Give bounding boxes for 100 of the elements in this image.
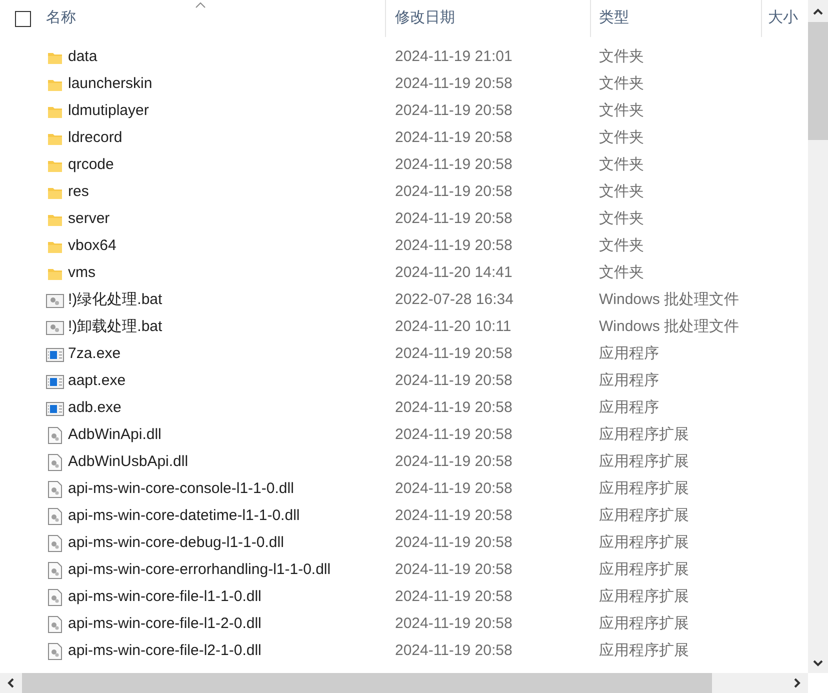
gear-file-icon [48, 535, 62, 552]
gear-file-icon [48, 616, 62, 633]
application-icon [46, 348, 64, 362]
file-name: adb.exe [68, 398, 122, 418]
file-row[interactable]: api-ms-win-core-datetime-l1-1-0.dll 2024-11-19 20:58 应用程序扩展 [0, 503, 808, 530]
type-column-header[interactable]: 类型 [591, 0, 762, 37]
file-type: 应用程序扩展 [598, 425, 689, 446]
file-row[interactable]: api-ms-win-core-console-l1-1-0.dll 2024-11-19 20:58 应用程序扩展 [0, 476, 808, 503]
file-row[interactable]: adb.exe 2024-11-19 20:58 应用程序 [0, 395, 808, 422]
scroll-up-icon[interactable] [813, 8, 823, 16]
folder-icon [46, 50, 62, 64]
scrollbar-thumb[interactable] [808, 22, 828, 140]
folder-icon [46, 104, 62, 118]
file-row[interactable]: vms 2024-11-20 14:41 文件夹 [0, 260, 808, 287]
file-name: !)卸载处理.bat [68, 317, 162, 338]
name-column-header[interactable]: 名称 [46, 7, 76, 30]
file-name: api-ms-win-core-file-l2-1-0.dll [68, 641, 262, 662]
file-name: res [68, 182, 89, 202]
file-row[interactable]: ldrecord 2024-11-19 20:58 文件夹 [0, 125, 808, 152]
file-type: 应用程序扩展 [598, 452, 689, 472]
folder-icon [46, 212, 62, 226]
file-type: 应用程序 [598, 344, 659, 364]
file-row[interactable]: api-ms-win-core-file-l2-1-0.dll 2024-11-19 20:58 应用程序扩展 [0, 638, 808, 665]
application-icon [46, 402, 64, 416]
file-type: 文件夹 [598, 74, 644, 94]
file-row[interactable]: !)绿化处理.bat 2022-07-28 16:34 Windows 批处理文件 [0, 287, 808, 314]
file-row[interactable]: 7za.exe 2024-11-19 20:58 应用程序 [0, 341, 808, 368]
modified-date: 2024-11-19 20:58 [394, 614, 514, 634]
file-name: vbox64 [68, 236, 116, 256]
application-icon [46, 374, 64, 388]
modified-column-header[interactable]: 修改日期 [386, 0, 591, 37]
file-type: 文件夹 [598, 263, 644, 284]
file-type: 文件夹 [598, 128, 644, 148]
modified-date: 2024-11-19 20:58 [394, 425, 514, 446]
file-row[interactable]: res 2024-11-19 20:58 文件夹 [0, 179, 808, 206]
file-row[interactable]: ldmutiplayer 2024-11-19 20:58 文件夹 [0, 98, 808, 125]
file-type: 文件夹 [598, 236, 644, 256]
file-type: 应用程序扩展 [598, 614, 689, 634]
modified-date: 2024-11-19 20:58 [394, 155, 514, 176]
folder-icon [46, 266, 62, 280]
file-row[interactable]: !)卸载处理.bat 2024-11-20 10:11 Windows 批处理文件 [0, 314, 808, 341]
file-name: aapt.exe [68, 371, 126, 392]
file-row[interactable]: vbox64 2024-11-19 20:58 文件夹 [0, 233, 808, 260]
gear-file-icon [48, 643, 62, 660]
file-row[interactable]: server 2024-11-19 20:58 文件夹 [0, 206, 808, 233]
size-column-header[interactable]: 大小 [762, 0, 808, 37]
file-row[interactable]: api-ms-win-core-file-l1-2-0.dll 2024-11-19 20:58 应用程序扩展 [0, 611, 808, 638]
scroll-right-icon[interactable] [793, 678, 801, 688]
file-row[interactable]: aapt.exe 2024-11-19 20:58 应用程序 [0, 368, 808, 395]
file-name: api-ms-win-core-errorhandling-l1-1-0.dll [68, 560, 331, 580]
file-row[interactable]: AdbWinApi.dll 2024-11-19 20:58 应用程序扩展 [0, 422, 808, 449]
file-type: 应用程序扩展 [598, 506, 689, 526]
modified-date: 2024-11-19 20:58 [394, 209, 514, 230]
file-name: api-ms-win-core-debug-l1-1-0.dll [68, 533, 284, 554]
modified-date: 2024-11-19 20:58 [394, 587, 514, 608]
file-name: data [68, 47, 98, 68]
file-name: api-ms-win-core-file-l1-2-0.dll [68, 614, 262, 634]
vertical-scrollbar[interactable] [808, 0, 828, 673]
file-row[interactable]: api-ms-win-core-file-l1-1-0.dll 2024-11-19 20:58 应用程序扩展 [0, 584, 808, 611]
file-row[interactable]: api-ms-win-core-debug-l1-1-0.dll 2024-11-19 20:58 应用程序扩展 [0, 530, 808, 557]
scroll-down-icon[interactable] [813, 659, 823, 667]
file-name: vms [68, 263, 96, 284]
gears-icon [46, 294, 64, 308]
file-row[interactable]: data 2024-11-19 21:01 文件夹 [0, 44, 808, 71]
gear-file-icon [48, 508, 62, 525]
file-row[interactable]: AdbWinUsbApi.dll 2024-11-19 20:58 应用程序扩展 [0, 449, 808, 476]
select-all-checkbox[interactable] [15, 10, 31, 26]
gear-file-icon [48, 562, 62, 579]
folder-icon [46, 186, 62, 200]
file-type: Windows 批处理文件 [598, 290, 740, 310]
file-type: 文件夹 [598, 47, 644, 68]
folder-icon [46, 240, 62, 254]
file-row[interactable]: launcherskin 2024-11-19 20:58 文件夹 [0, 71, 808, 98]
folder-icon [46, 132, 62, 146]
gear-file-icon [48, 481, 62, 498]
file-name: ldmutiplayer [68, 101, 149, 122]
modified-date: 2024-11-19 20:58 [394, 128, 514, 148]
modified-date: 2024-11-20 10:11 [394, 317, 512, 338]
file-name: !)绿化处理.bat [68, 290, 162, 310]
file-row[interactable]: api-ms-win-core-errorhandling-l1-1-0.dll 2024-11-19 20:58 应用程序扩展 [0, 557, 808, 584]
file-row[interactable]: qrcode 2024-11-19 20:58 文件夹 [0, 152, 808, 179]
modified-date: 2024-11-19 20:58 [394, 101, 514, 122]
modified-date: 2024-11-20 14:41 [394, 263, 514, 284]
modified-date: 2024-11-19 20:58 [394, 236, 514, 256]
modified-date: 2024-11-19 20:58 [394, 371, 514, 392]
folder-icon [46, 158, 62, 172]
modified-date: 2024-11-19 20:58 [394, 560, 514, 580]
gear-file-icon [48, 427, 62, 444]
file-name: 7za.exe [68, 344, 121, 364]
gear-file-icon [48, 454, 62, 471]
file-type: 应用程序扩展 [598, 641, 689, 662]
file-type: 应用程序扩展 [598, 560, 689, 580]
sort-ascending-icon [195, 2, 206, 8]
file-type: 应用程序扩展 [598, 479, 689, 500]
file-name: ldrecord [68, 128, 122, 148]
modified-date: 2024-11-19 21:01 [394, 47, 514, 68]
file-name: api-ms-win-core-datetime-l1-1-0.dll [68, 506, 300, 526]
modified-date: 2024-11-19 20:58 [394, 506, 514, 526]
gear-file-icon [48, 589, 62, 606]
scroll-left-icon[interactable] [7, 678, 15, 688]
